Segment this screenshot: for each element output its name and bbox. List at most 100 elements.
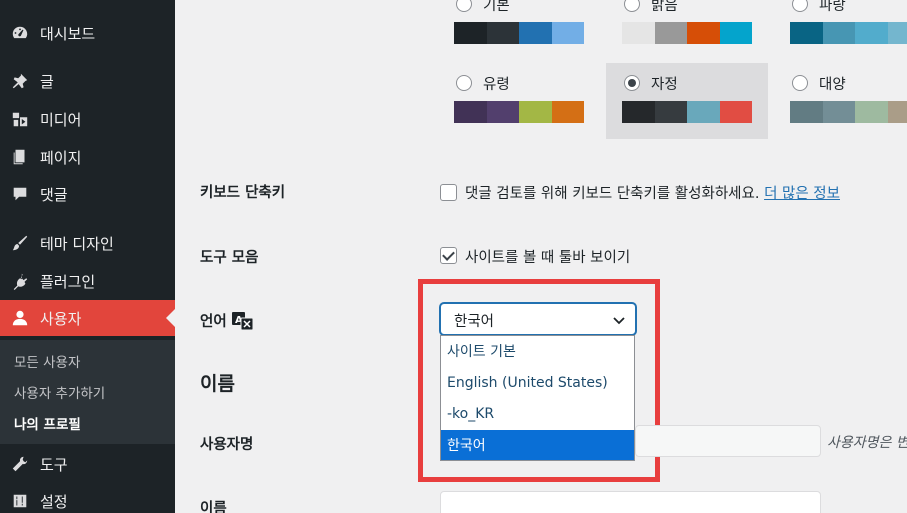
keyboard-shortcuts-text: 댓글 검토를 위해 키보드 단축키를 활성화하세요. 더 많은 정보: [465, 182, 840, 203]
keyboard-shortcuts-description: 댓글 검토를 위해 키보드 단축키를 활성화하세요.: [465, 186, 760, 202]
scheme-name: 유령: [483, 77, 510, 93]
language-label-text: 언어: [200, 314, 227, 330]
submenu-all-users[interactable]: 모든 사용자: [14, 351, 80, 371]
menu-label: 플러그인: [40, 272, 96, 291]
color-swatch: [822, 22, 855, 44]
scheme-radio[interactable]: [624, 0, 640, 12]
color-swatch: [719, 22, 752, 44]
more-info-link[interactable]: 더 많은 정보: [764, 186, 840, 202]
scheme-light[interactable]: 밝음: [606, 0, 768, 60]
menu-item-plugins[interactable]: 플러그인: [0, 263, 175, 299]
plugin-icon: [10, 271, 30, 291]
color-swatch: [551, 101, 584, 123]
menu-label: 설정: [40, 492, 68, 511]
language-option-selected[interactable]: 한국어: [441, 430, 634, 460]
color-swatch: [855, 22, 888, 44]
menu-label: 댓글: [40, 185, 68, 204]
color-swatch: [654, 101, 687, 123]
scheme-swatches: [790, 101, 907, 123]
color-swatch: [887, 22, 907, 44]
submenu-add-user[interactable]: 사용자 추가하기: [14, 382, 105, 402]
menu-label: 글: [40, 72, 54, 91]
language-dropdown: 사이트 기본 English (United States) -ko_KR 한국…: [440, 335, 635, 461]
language-label: 언어 A: [200, 310, 254, 331]
scheme-default[interactable]: 기본: [438, 0, 600, 60]
scheme-ocean[interactable]: 대양: [774, 63, 907, 139]
scheme-swatches: [454, 22, 584, 44]
menu-item-tools[interactable]: 도구: [0, 446, 175, 482]
pin-icon: [10, 71, 30, 91]
language-select-value: 한국어: [454, 314, 495, 330]
scheme-radio[interactable]: [792, 75, 808, 91]
color-swatch: [887, 101, 907, 123]
chevron-down-icon: [613, 317, 625, 325]
menu-item-posts[interactable]: 글: [0, 63, 175, 99]
scheme-name: 파랑: [819, 0, 846, 14]
submenu-my-profile[interactable]: 나의 프로필: [14, 413, 81, 433]
username-hint: 사용자명은 변: [827, 435, 907, 451]
scheme-swatches: [622, 22, 752, 44]
menu-label: 사용자: [40, 309, 82, 328]
scheme-radio[interactable]: [456, 75, 472, 91]
profile-main: 기본 밝음 파랑 유령 자정 대양 키보드 단축키 댓글 검토를 위해 키보드 …: [175, 0, 907, 513]
scheme-swatches: [454, 101, 584, 123]
scheme-name: 밝음: [651, 0, 678, 14]
scheme-midnight[interactable]: 자정: [606, 63, 768, 139]
color-swatch: [486, 22, 519, 44]
users-submenu: 모든 사용자 사용자 추가하기 나의 프로필: [0, 340, 175, 444]
menu-item-settings[interactable]: 설정: [0, 483, 175, 513]
color-swatch: [454, 101, 487, 123]
name-section-title: 이름: [200, 373, 235, 395]
menu-item-pages[interactable]: 페이지: [0, 139, 175, 175]
scheme-radio[interactable]: [792, 0, 808, 12]
language-option[interactable]: 사이트 기본: [441, 336, 634, 366]
color-swatch: [790, 101, 823, 123]
toolbar-text: 사이트를 볼 때 툴바 보이기: [465, 250, 631, 266]
color-swatch: [622, 101, 655, 123]
color-swatch: [622, 22, 655, 44]
scheme-radio[interactable]: [624, 75, 640, 91]
keyboard-shortcuts-label: 키보드 단축키: [200, 185, 286, 201]
user-icon: [10, 308, 30, 328]
color-swatch: [822, 101, 855, 123]
admin-sidebar: 대시보드 글 미디어 페이지 댓글 테마 디자인 플러그인 사용자 모든 사용자…: [0, 0, 175, 513]
comments-icon: [10, 184, 30, 204]
first-name-input[interactable]: [440, 491, 821, 513]
username-input[interactable]: [635, 425, 821, 457]
color-swatch: [486, 101, 519, 123]
translation-icon: A: [231, 311, 254, 331]
scheme-radio[interactable]: [456, 0, 472, 12]
language-option[interactable]: -ko_KR: [441, 399, 634, 429]
color-swatch: [719, 101, 752, 123]
language-option[interactable]: English (United States): [441, 368, 634, 398]
color-swatch: [654, 22, 687, 44]
menu-item-appearance[interactable]: 테마 디자인: [0, 225, 175, 261]
menu-item-dashboard[interactable]: 대시보드: [0, 15, 175, 51]
scheme-blue[interactable]: 파랑: [774, 0, 907, 60]
username-label: 사용자명: [200, 437, 254, 453]
color-swatch: [519, 101, 552, 123]
brush-icon: [10, 233, 30, 253]
pages-icon: [10, 147, 30, 167]
scheme-swatches: [790, 22, 907, 44]
menu-label: 미디어: [40, 110, 82, 129]
color-swatch: [454, 22, 487, 44]
color-swatch: [687, 22, 720, 44]
menu-label: 페이지: [40, 148, 82, 167]
scheme-ectoplasm[interactable]: 유령: [438, 63, 600, 139]
toolbar-checkbox[interactable]: [440, 247, 457, 264]
menu-label: 도구: [40, 455, 68, 474]
menu-label: 테마 디자인: [40, 234, 114, 253]
color-swatch: [519, 22, 552, 44]
scheme-name: 대양: [819, 77, 846, 93]
menu-item-media[interactable]: 미디어: [0, 101, 175, 137]
menu-item-comments[interactable]: 댓글: [0, 176, 175, 212]
scheme-swatches: [622, 101, 752, 123]
keyboard-shortcuts-checkbox[interactable]: [440, 184, 457, 201]
toolbar-label: 도구 모음: [200, 250, 259, 266]
menu-item-users[interactable]: 사용자: [0, 300, 175, 336]
dashboard-icon: [10, 23, 30, 43]
color-swatch: [855, 101, 888, 123]
language-select[interactable]: 한국어: [440, 303, 636, 335]
wrench-icon: [10, 454, 30, 474]
